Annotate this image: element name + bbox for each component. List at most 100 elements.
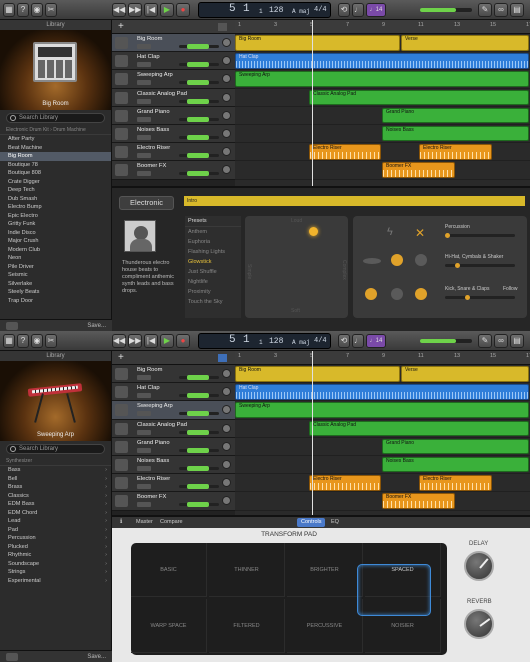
reverb-knob[interactable] (464, 609, 494, 639)
save-button[interactable]: Save... (87, 321, 106, 331)
track-pan-knob[interactable] (222, 110, 231, 120)
region[interactable]: Verse (401, 366, 529, 382)
region[interactable]: Grand Piano (382, 107, 529, 124)
track-header[interactable]: Sweeping Arp (112, 401, 235, 420)
play-button[interactable]: ▶ (160, 3, 174, 17)
track-header[interactable]: Big Room (112, 365, 235, 384)
region[interactable]: Classic Analog Pad (309, 420, 529, 437)
track-pan-knob[interactable] (222, 147, 231, 157)
track-pan-knob[interactable] (222, 441, 231, 451)
region[interactable]: Boomer FX (382, 162, 455, 178)
info-icon[interactable]: ℹ (120, 518, 122, 525)
mute-solo-buttons[interactable] (137, 62, 151, 68)
list-item[interactable]: Lead › (0, 517, 111, 526)
tab-compare[interactable]: Compare (156, 518, 187, 527)
list-item[interactable]: Experimental › (0, 577, 111, 586)
mute-solo-buttons[interactable] (137, 80, 151, 86)
playhead-2[interactable] (312, 351, 313, 515)
region[interactable]: Electro Riser (309, 144, 381, 160)
track-pan-knob[interactable] (222, 423, 231, 433)
thunder-icon[interactable]: ϟ (387, 226, 399, 238)
preset-item[interactable]: Euphoria (185, 237, 241, 247)
library-button[interactable]: ▦ (3, 3, 15, 17)
track-header[interactable]: Sweeping Arp (112, 70, 235, 89)
track-filter-icon[interactable] (218, 23, 227, 31)
hihat-icon[interactable] (415, 254, 427, 266)
track-volume-slider[interactable] (179, 116, 219, 122)
track-volume-slider[interactable] (179, 393, 219, 399)
track-header[interactable]: Boomer FX (112, 492, 235, 511)
drummer-region-label[interactable]: Intro (184, 196, 525, 206)
notepad-button-2[interactable]: ✎ (478, 334, 492, 348)
mute-solo-buttons[interactable] (137, 393, 151, 399)
count-in-button-2[interactable]: ♩14 (366, 334, 386, 348)
loop-browser-button[interactable]: ∞ (494, 3, 508, 17)
track-header[interactable]: Noises Bass (112, 124, 235, 144)
region[interactable]: Noises Bass (382, 456, 529, 473)
ruler-2[interactable]: 1357911131517 (235, 351, 530, 365)
list-item[interactable]: Boutique 808 (0, 169, 111, 178)
list-item[interactable]: Pad › (0, 526, 111, 535)
lcd-display-2[interactable]: 5 1 1 128 A maj 4/4 (198, 333, 331, 349)
mute-solo-buttons[interactable] (137, 44, 151, 49)
track-pan-knob[interactable] (222, 369, 231, 378)
track-volume-slider[interactable] (179, 134, 219, 140)
drummer-genre[interactable]: Electronic (119, 196, 174, 210)
library-breadcrumb[interactable]: Electronic Drum Kit › Drum Machine (0, 126, 111, 135)
region[interactable]: Noises Bass (382, 125, 529, 142)
region[interactable]: Hat Clap (235, 384, 529, 400)
transform-pad-cell[interactable]: BASIC (131, 543, 207, 597)
smart-controls-button[interactable]: ◉ (31, 3, 43, 17)
track-volume-slider[interactable] (179, 171, 219, 177)
rewind-button-2[interactable]: ◀◀ (112, 334, 126, 348)
track-pan-knob[interactable] (222, 92, 231, 102)
track-volume-slider[interactable] (179, 429, 219, 435)
preset-item[interactable]: Glowstick (185, 257, 241, 267)
transform-pad-cell[interactable]: WARP SPACE (131, 599, 207, 653)
list-item[interactable]: Pile Driver (0, 263, 111, 272)
crossed-sticks-icon[interactable]: ✕ (415, 226, 427, 240)
mute-solo-buttons[interactable] (137, 502, 151, 508)
preset-item[interactable]: Nightlife (185, 277, 241, 287)
list-item[interactable]: Plucked › (0, 543, 111, 552)
playhead[interactable] (312, 20, 313, 186)
mute-solo-buttons[interactable] (137, 447, 151, 453)
add-track-icon-2[interactable]: + (118, 352, 124, 363)
track-pan-knob[interactable] (222, 165, 231, 175)
list-item[interactable]: Trap Door (0, 297, 111, 306)
kick-slider[interactable] (445, 295, 515, 300)
editors-button-2[interactable]: ✂ (45, 334, 57, 348)
region[interactable]: Electro Riser (419, 144, 492, 160)
ruler[interactable]: 1357911131517 (235, 20, 530, 34)
list-item[interactable]: Soundscape › (0, 560, 111, 569)
list-item[interactable]: Gritty Funk (0, 220, 111, 229)
preset-item[interactable]: Anthem (185, 227, 241, 237)
record-button[interactable]: ● (176, 3, 190, 17)
transform-pad-cell[interactable]: BRIGHTER (287, 543, 363, 597)
track-volume-slider[interactable] (179, 44, 219, 49)
help-button[interactable]: ? (17, 3, 29, 17)
tuner-button-2[interactable]: ♩ (352, 334, 364, 348)
list-item[interactable]: Neon (0, 254, 111, 263)
media-browser-button-2[interactable]: ▤ (510, 334, 524, 348)
record-button-2[interactable]: ● (176, 334, 190, 348)
list-item[interactable]: Electro Bump (0, 203, 111, 212)
track-header[interactable]: Big Room (112, 34, 235, 53)
track-header[interactable]: Hat Clap (112, 383, 235, 402)
master-volume-slider-2[interactable] (420, 339, 472, 343)
track-volume-slider[interactable] (179, 62, 219, 68)
smart-controls-button-2[interactable]: ◉ (31, 334, 43, 348)
list-item[interactable]: Silverlake (0, 280, 111, 289)
region[interactable]: Electro Riser (419, 475, 492, 491)
cymbal-icon[interactable] (363, 258, 381, 264)
track-volume-slider[interactable] (179, 411, 219, 417)
track-pan-knob[interactable] (222, 387, 231, 397)
tab-controls[interactable]: Controls (297, 518, 326, 527)
region[interactable]: Hat Clap (235, 53, 529, 69)
region[interactable]: Boomer FX (382, 493, 455, 509)
cycle-button[interactable]: ⟲ (338, 3, 350, 17)
revert-button-2[interactable] (6, 653, 18, 661)
track-header[interactable]: Electro Riser (112, 143, 235, 162)
track-header[interactable]: Classic Analog Pad (112, 419, 235, 438)
track-header[interactable]: Classic Analog Pad (112, 88, 235, 107)
